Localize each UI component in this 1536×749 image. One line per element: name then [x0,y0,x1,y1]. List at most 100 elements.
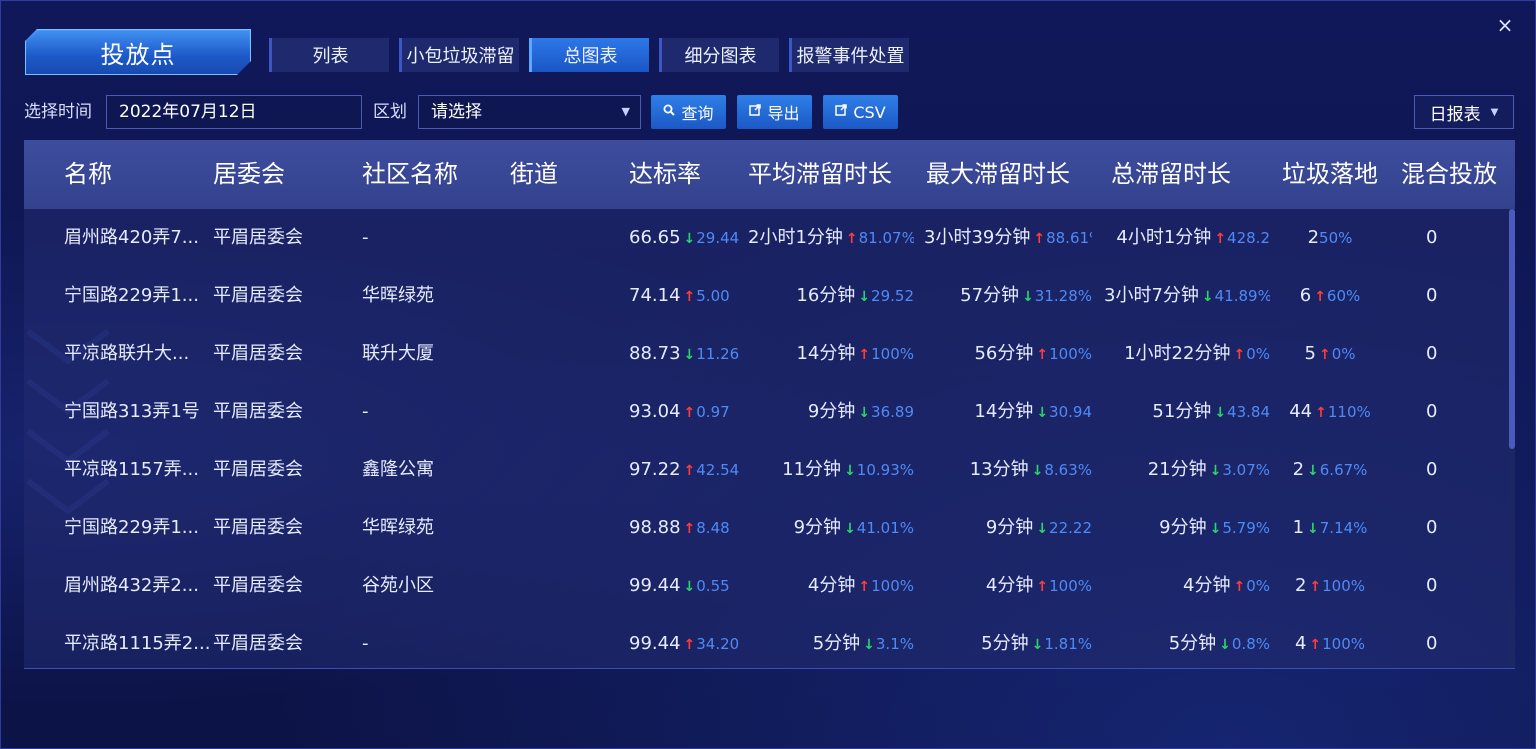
cell-avg-delta: 29.52 [871,287,914,305]
cell-mixed: 0 [1426,285,1438,306]
cell-total-delta: 43.84 [1227,403,1270,421]
area-select[interactable]: 请选择 ▼ [418,95,641,129]
table-row[interactable]: 眉州路420弄7... 平眉居委会 -66.65 ↓29.44 2小时1分钟 ↑81.07… [24,209,1515,267]
arrow-down-icon: ↓ [1209,463,1222,479]
cell-drop-delta: 60% [1326,287,1361,305]
arrow-down-icon: ↓ [683,347,696,363]
arrow-down-icon: ↓ [1036,521,1049,537]
cell-total-value: 51分钟 [1152,401,1212,422]
cell-street [510,615,620,668]
arrow-up-icon: ↑ [683,289,696,305]
cell-total-value: 5分钟 [1168,633,1217,654]
arrow-down-icon: ↓ [858,405,871,421]
cell-rate-delta: 5.00 [696,287,730,305]
header-garbage-drop: 垃圾落地 [1282,160,1378,188]
cell-max: 13分钟 ↓8.63% [924,441,1092,499]
cell-avg: 5分钟 ↓3.1% [748,615,914,668]
cell-total: 3小时7分钟 ↓41.89% [1104,267,1270,325]
tab-alarm-handling[interactable]: 报警事件处置 [789,38,909,72]
table-row[interactable]: 宁国路229弄1... 平眉居委会 华晖绿苑 98.88 ↑8.48 9分钟 ↓41.01%… [24,499,1515,557]
header-rate: 达标率 [629,160,701,188]
cell-rate: 66.65 ↓29.44 [629,209,741,267]
header-mixed-disposal: 混合投放 [1401,160,1497,188]
cell-drop-delta: 100% [1322,577,1366,595]
cell-total: 51分钟 ↓43.84 [1104,383,1270,441]
cell-community: - [362,401,369,422]
cell-rate-delta: 11.26 [696,345,740,363]
data-table: 名称 居委会 社区名称 街道 达标率 平均滞留时长 最大滞留时长 总滞留时长 垃… [24,140,1515,669]
cell-rate-value: 99.44 [629,633,681,654]
cell-drop-delta: 7.14% [1319,519,1368,537]
scrollbar[interactable] [1509,209,1515,668]
cell-max-delta: 88.61% [1046,229,1092,247]
tab-detailed-chart[interactable]: 细分图表 [659,38,779,72]
cell-street [510,557,620,615]
report-type-select[interactable]: 日报表 ▼ [1414,95,1514,129]
arrow-down-icon: ↓ [863,637,875,653]
header-avg-retention: 平均滞留时长 [748,160,892,188]
cell-drop: 250% [1280,209,1380,267]
table-row[interactable]: 宁国路313弄1号 平眉居委会 -93.04 ↑0.97 9分钟 ↓36.89 14分钟 ↓3… [24,383,1515,441]
csv-button-label: CSV [853,102,886,122]
cell-avg-delta: 3.1% [875,635,914,653]
cell-rate-value: 88.73 [629,343,681,364]
cell-street [510,209,620,267]
cell-avg-value: 2小时1分钟 [748,227,843,248]
table-row[interactable]: 平凉路1157弄... 平眉居委会 鑫隆公寓 97.22 ↑42.54 11分钟 ↓10.9… [24,441,1515,499]
table-header: 名称 居委会 社区名称 街道 达标率 平均滞留时长 最大滞留时长 总滞留时长 垃… [24,140,1515,209]
tab-overall-chart[interactable]: 总图表 [529,38,649,72]
table-row[interactable]: 宁国路229弄1... 平眉居委会 华晖绿苑 74.14 ↑5.00 16分钟 ↓29.52… [24,267,1515,325]
cell-max: 56分钟 ↑100% [924,325,1092,383]
cell-avg-value: 9分钟 [793,517,842,538]
csv-button[interactable]: CSV [823,95,898,129]
cell-total-delta: 428.2 [1227,229,1270,247]
area-label: 区划 [373,102,407,122]
panel-title-text: 投放点 [27,31,249,73]
arrow-up-icon: ↑ [858,347,871,363]
header-name: 名称 [64,160,112,188]
cell-max-value: 56分钟 [974,343,1034,364]
cell-committee: 平眉居委会 [213,227,303,248]
arrow-down-icon: ↓ [1031,637,1044,653]
tab-list[interactable]: 列表 [269,38,389,72]
cell-drop: 4 ↑100% [1280,615,1380,668]
tab-small-bag-retention[interactable]: 小包垃圾滞留 [399,38,519,72]
cell-community: - [362,633,369,654]
cell-max-delta: 22.22 [1049,519,1092,537]
cell-name: 平凉路1157弄... [64,459,199,480]
caret-down-icon: ▼ [621,105,630,118]
table-row[interactable]: 平凉路1115弄2... 平眉居委会 -99.44 ↑34.20 5分钟 ↓3.1% 5分钟… [24,615,1515,668]
export-button[interactable]: 导出 [737,95,812,129]
date-input[interactable]: 2022年07月12日 [106,95,362,129]
cell-community: 谷苑小区 [362,575,434,596]
table-row[interactable]: 眉州路432弄2... 平眉居委会 谷苑小区 99.44 ↓0.55 4分钟 ↑100% 4分… [24,557,1515,615]
arrow-down-icon: ↓ [858,289,871,305]
cell-community: - [362,227,369,248]
cell-total-value: 4小时1分钟 [1116,227,1212,248]
cell-name: 宁国路313弄1号 [64,401,200,422]
arrow-up-icon: ↑ [1214,231,1227,247]
cell-total-delta: 0% [1246,345,1270,363]
arrow-up-icon: ↑ [1233,347,1246,363]
cell-avg: 9分钟 ↓41.01% [748,499,914,557]
cell-name: 平凉路1115弄2... [64,633,209,654]
query-button[interactable]: 查询 [651,95,726,129]
cell-max-delta: 100% [1049,577,1092,595]
cell-community: 联升大厦 [362,343,434,364]
scrollbar-thumb[interactable] [1509,209,1515,449]
search-icon [663,104,676,120]
cell-avg-delta: 100% [871,345,914,363]
close-icon[interactable]: × [1495,13,1515,37]
cell-max-delta: 30.94 [1049,403,1092,421]
arrow-up-icon: ↑ [683,405,696,421]
table-row[interactable]: 平凉路联升大... 平眉居委会 联升大厦 88.73 ↓11.26 14分钟 ↑100% 56… [24,325,1515,383]
arrow-up-icon: ↑ [1036,347,1049,363]
cell-committee: 平眉居委会 [213,575,303,596]
area-select-value: 请选择 [431,102,482,122]
cell-max: 4分钟 ↑100% [924,557,1092,615]
cell-rate: 93.04 ↑0.97 [629,383,741,441]
export-button-label: 导出 [767,104,800,123]
cell-max-delta: 1.81% [1044,635,1092,653]
cell-avg-value: 9分钟 [807,401,856,422]
cell-avg: 9分钟 ↓36.89 [748,383,914,441]
